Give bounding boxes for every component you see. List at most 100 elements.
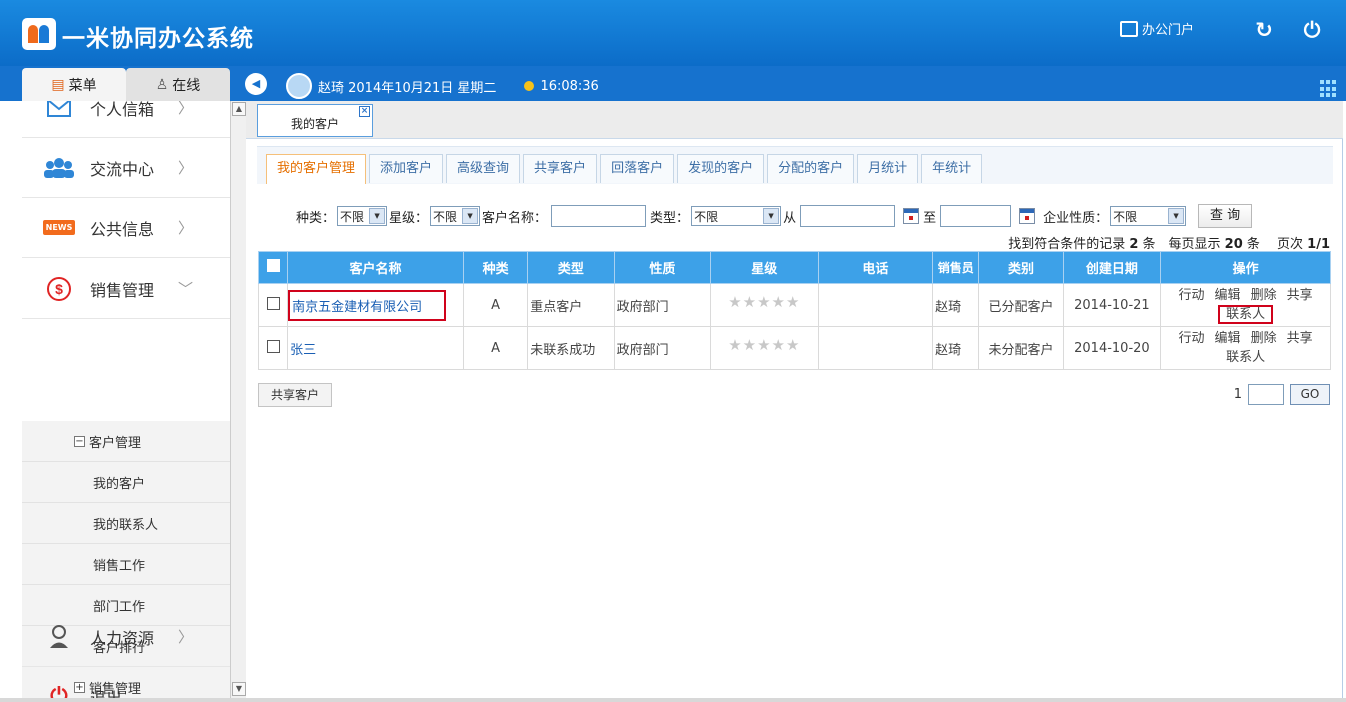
date-from-input[interactable]	[800, 205, 896, 227]
menu-label: 交流中心	[90, 159, 155, 179]
current-page: 1	[1233, 387, 1242, 402]
operations-cell: 行动 编辑 删除 共享 联系人	[1160, 326, 1331, 370]
type-label: 类型：	[650, 210, 690, 226]
chevron-down-icon: ▼	[462, 208, 479, 224]
action-link[interactable]: 行动	[1179, 288, 1205, 303]
search-button[interactable]: 查 询	[1198, 204, 1253, 228]
tab-menu[interactable]: ▤ 菜单	[22, 68, 126, 101]
menu-item-hr[interactable]: 人力资源 〉	[22, 607, 230, 667]
apps-grid-icon[interactable]	[1320, 80, 1338, 98]
app-title: 一米协同办公系统	[62, 26, 254, 52]
menu-item-mailbox[interactable]: 个人信箱 〉	[22, 101, 230, 138]
contact-link[interactable]: 联系人	[1226, 350, 1265, 365]
submenu-group-customer[interactable]: − 客户管理	[22, 421, 230, 462]
column-header: 电话	[817, 251, 934, 284]
row-checkbox[interactable]	[266, 339, 280, 353]
share-link[interactable]: 共享	[1287, 288, 1313, 303]
menu-label: 退出	[90, 688, 123, 699]
phone-cell	[817, 326, 934, 370]
menu-icon: ▤	[51, 76, 65, 93]
collapse-icon: −	[74, 435, 85, 447]
calendar-icon[interactable]	[903, 208, 920, 224]
result-summary: 找到符合条件的记录 2 条 每页显示 20 条 页次 1/1	[1008, 233, 1330, 252]
subtab-assigned-customers[interactable]: 分配的客户	[767, 154, 855, 183]
row-checkbox[interactable]	[266, 296, 280, 310]
menu-item-sales[interactable]: $ 销售管理 〉	[22, 259, 230, 319]
edit-link[interactable]: 编辑	[1215, 288, 1241, 303]
subtab-found-customers[interactable]: 发现的客户	[677, 154, 765, 183]
subtab-monthly-stats[interactable]: 月统计	[857, 154, 919, 183]
delete-link[interactable]: 删除	[1251, 288, 1277, 303]
summary-text: 找到符合条件的记录	[1008, 237, 1130, 252]
chevron-down-icon: ▼	[369, 208, 386, 224]
select-all-checkbox[interactable]	[266, 259, 280, 272]
contact-link[interactable]: 联系人	[1218, 305, 1274, 324]
nature-select[interactable]: 不限 ▼	[1110, 206, 1187, 226]
close-icon[interactable]: ×	[359, 106, 370, 117]
subtab-add-customer[interactable]: 添加客户	[369, 154, 444, 183]
type-cell: 重点客户	[527, 283, 615, 327]
news-icon: NEWS	[42, 215, 76, 241]
menu-item-communication[interactable]: 交流中心 〉	[22, 138, 230, 198]
star-select[interactable]: 不限 ▼	[430, 206, 481, 226]
star-rating: ★★★★★	[710, 283, 819, 327]
chevron-down-icon: ▼	[1168, 208, 1185, 224]
calendar-icon[interactable]	[1019, 208, 1036, 224]
news-badge: NEWS	[42, 220, 76, 235]
page-number-input[interactable]	[1248, 384, 1284, 405]
type-value: 不限	[694, 209, 719, 224]
submenu-item-my-customers[interactable]: 我的客户	[22, 462, 230, 503]
menu-item-logout[interactable]: ⏻ 退出	[22, 667, 230, 698]
menu-label: 公共信息	[90, 219, 155, 239]
scroll-up-icon[interactable]: ▲	[232, 102, 246, 116]
doc-tab-my-customers[interactable]: 我的客户 ×	[257, 104, 373, 137]
power-icon[interactable]: ⏻	[1300, 18, 1324, 42]
menu-label: 销售管理	[90, 280, 155, 300]
share-customer-button[interactable]: 共享客户	[258, 383, 332, 407]
go-button[interactable]: GO	[1290, 384, 1330, 405]
edit-link[interactable]: 编辑	[1215, 331, 1241, 346]
star-icon: ★★★★★	[728, 336, 801, 354]
star-label: 星级：	[389, 210, 429, 226]
action-link[interactable]: 行动	[1179, 331, 1205, 346]
main-content: 我的客户 × 我的客户管理 添加客户 高级查询 共享客户 回落客户 发现的客户 …	[246, 101, 1343, 698]
operations-cell: 行动 编辑 删除 共享 联系人	[1160, 283, 1331, 327]
star-icon: ★★★★★	[728, 293, 801, 311]
submenu-item-my-contacts[interactable]: 我的联系人	[22, 503, 230, 544]
kind-label: 种类：	[296, 210, 336, 226]
customer-name-input[interactable]	[551, 205, 647, 227]
kind-select[interactable]: 不限 ▼	[337, 206, 388, 226]
person-icon	[44, 624, 74, 650]
date-to-input[interactable]	[940, 205, 1012, 227]
menu-item-public-info[interactable]: NEWS 公共信息 〉	[22, 198, 230, 258]
scroll-down-icon[interactable]: ▼	[232, 682, 246, 696]
column-header: 操作	[1160, 251, 1331, 284]
select-all-cell[interactable]	[257, 251, 289, 284]
share-link[interactable]: 共享	[1287, 331, 1313, 346]
delete-link[interactable]: 删除	[1251, 331, 1277, 346]
current-time: 16:08:36	[540, 78, 599, 94]
submenu-item-sales-work[interactable]: 销售工作	[22, 544, 230, 585]
subtab-shared-customers[interactable]: 共享客户	[523, 154, 598, 183]
type-select[interactable]: 不限 ▼	[691, 206, 782, 226]
category-cell: 已分配客户	[978, 283, 1064, 327]
sidebar-scrollbar[interactable]: ▲ ▼	[230, 101, 246, 698]
tab-online-label: 在线	[172, 77, 201, 94]
subtab-advanced-search[interactable]: 高级查询	[446, 154, 521, 183]
subtab-returned-customers[interactable]: 回落客户	[600, 154, 675, 183]
kind-value: 不限	[340, 209, 365, 224]
customer-name-link[interactable]: 南京五金建材有限公司	[288, 289, 447, 321]
subtab-yearly-stats[interactable]: 年统计	[921, 154, 983, 183]
nature-label: 企业性质：	[1043, 210, 1109, 226]
summary-text: 条 页次	[1242, 237, 1308, 252]
table-header-row: 客户名称 种类 类型 性质 星级 电话 销售员 类别 创建日期 操作	[257, 251, 1331, 284]
collapse-sidebar-button[interactable]: ◀	[245, 73, 267, 95]
office-portal-link[interactable]: 办公门户	[1120, 19, 1194, 38]
subtab-my-customer-mgmt[interactable]: 我的客户管理	[266, 154, 367, 184]
chevron-right-icon: 〉	[178, 101, 194, 117]
customer-name-link[interactable]: 张三	[290, 343, 316, 358]
column-header: 类型	[527, 251, 615, 284]
tab-online[interactable]: ♙ 在线	[126, 68, 230, 101]
refresh-icon[interactable]: ↻	[1252, 18, 1276, 42]
column-header: 客户名称	[287, 251, 464, 284]
